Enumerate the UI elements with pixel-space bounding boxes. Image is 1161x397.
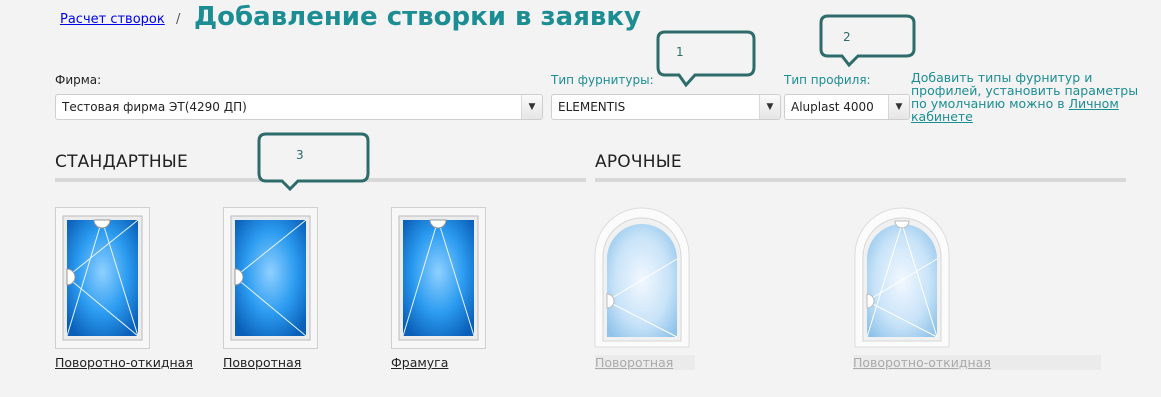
page-title: Добавление створки в заявку: [194, 2, 641, 32]
window-turn-image[interactable]: [223, 207, 318, 349]
firm-label: Фирма:: [55, 73, 102, 87]
callout-number-3: 3: [296, 148, 304, 162]
profile-type-select[interactable]: Aluplast 4000 ▼: [784, 94, 910, 120]
window-link-turn[interactable]: Поворотная: [223, 355, 301, 370]
window-transom-image[interactable]: [391, 207, 486, 349]
breadcrumb-separator: /: [176, 12, 181, 27]
arched-window-link-turn[interactable]: Поворотная: [595, 355, 695, 370]
profile-type-label: Тип профиля:: [784, 73, 871, 87]
callout-number-2: 2: [843, 30, 851, 44]
arched-window-link-tilt-turn[interactable]: Поворотно-откидная: [853, 355, 1101, 370]
window-link-transom[interactable]: Фрамуга: [391, 355, 448, 370]
window-tilt-turn-image[interactable]: [55, 207, 150, 349]
arched-window-turn-image[interactable]: [593, 207, 691, 349]
chevron-down-icon[interactable]: ▼: [759, 95, 780, 119]
callout-bubble-2: [819, 14, 916, 68]
arched-window-tilt-turn-image[interactable]: [853, 207, 951, 349]
callout-number-1: 1: [676, 45, 684, 59]
section-divider: [595, 178, 1126, 182]
callout-bubble-1: [656, 30, 756, 88]
fitting-select-value: ELEMENTIS: [558, 100, 626, 114]
window-link-tilt-turn[interactable]: Поворотно-откидная: [55, 355, 193, 370]
section-title-arched: АРОЧНЫЕ: [595, 152, 682, 172]
callout-bubble-3: [257, 132, 370, 192]
breadcrumb-link-calc[interactable]: Расчет створок: [60, 12, 165, 27]
chevron-down-icon[interactable]: ▼: [888, 95, 909, 119]
firm-select[interactable]: Тестовая фирма ЭТ(4290 ДП) ▼: [55, 94, 543, 120]
settings-hint: Добавить типы фурнитур и профилей, устан…: [911, 71, 1151, 123]
profile-select-value: Aluplast 4000: [791, 100, 874, 114]
chevron-down-icon[interactable]: ▼: [521, 95, 542, 119]
firm-select-value: Тестовая фирма ЭТ(4290 ДП): [62, 100, 247, 114]
fitting-type-select[interactable]: ELEMENTIS ▼: [551, 94, 781, 120]
fitting-type-label: Тип фурнитуры:: [551, 73, 654, 87]
section-title-standard: СТАНДАРТНЫЕ: [55, 152, 188, 172]
